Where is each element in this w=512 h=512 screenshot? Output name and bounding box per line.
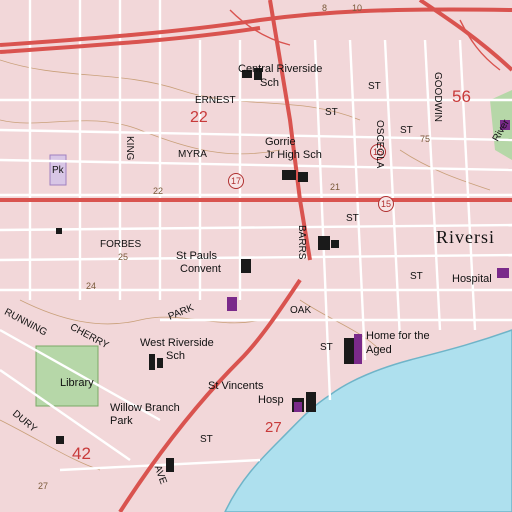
label-hospital: Hospital bbox=[452, 273, 492, 285]
label-st-7: ST bbox=[320, 342, 333, 353]
label-jr-high-sch: Jr High Sch bbox=[265, 149, 322, 161]
label-osceola-st: OSCEOLA bbox=[374, 120, 385, 169]
label-myra-st: MYRA bbox=[178, 149, 207, 160]
label-num-22-street: 22 bbox=[153, 186, 164, 196]
label-num-25: 25 bbox=[118, 252, 129, 262]
route-17-shield: 17 bbox=[228, 173, 244, 189]
label-barrs-st: BARRS bbox=[296, 225, 307, 260]
label-st-2: ST bbox=[400, 125, 413, 136]
label-convent: Convent bbox=[180, 263, 221, 275]
label-hosp: Hosp bbox=[258, 394, 284, 406]
label-oak-st: OAK bbox=[290, 305, 312, 316]
label-st-vincents: St Vincents bbox=[208, 380, 264, 392]
label-goodwin-st: GOODWIN bbox=[432, 72, 443, 122]
label-home-for-the-aged: Home for the bbox=[366, 330, 430, 342]
label-pk: Pk bbox=[52, 165, 64, 176]
label-central-riverside: Central Riverside bbox=[238, 63, 323, 75]
label-num-56: 56 bbox=[452, 87, 471, 106]
label-num-42: 42 bbox=[72, 444, 91, 463]
label-forbes-st: FORBES bbox=[100, 239, 142, 250]
label-st-1: ST bbox=[368, 81, 381, 92]
label-num-22-red: 22 bbox=[190, 109, 208, 126]
label-riverside: Riversi bbox=[436, 227, 495, 247]
label-park: Park bbox=[110, 415, 133, 427]
label-num-27-red: 27 bbox=[265, 419, 282, 436]
label-west-riverside: West Riverside bbox=[140, 337, 214, 349]
label-st-5: ST bbox=[325, 107, 338, 118]
label-central-riverside-sch: Sch bbox=[260, 77, 279, 89]
label-aged: Aged bbox=[366, 344, 392, 356]
label-west-riverside-sch: Sch bbox=[166, 350, 185, 362]
label-num-24: 24 bbox=[86, 281, 97, 291]
label-num-10: 10 bbox=[352, 3, 363, 13]
label-ernest-st: ERNEST bbox=[195, 95, 236, 106]
topographic-map[interactable]: Central Riverside Sch ERNEST 22 Gorrie J… bbox=[0, 0, 512, 512]
route-15b-shield: 15 bbox=[378, 196, 394, 212]
label-st-pauls: St Pauls bbox=[176, 250, 217, 262]
label-library: Library bbox=[60, 377, 94, 389]
label-willow-branch: Willow Branch bbox=[110, 402, 180, 414]
label-st-4: ST bbox=[410, 271, 423, 282]
label-gorrie: Gorrie bbox=[265, 136, 296, 148]
label-num-8: 8 bbox=[322, 3, 328, 13]
label-num-27: 27 bbox=[38, 481, 49, 491]
label-num-21: 21 bbox=[330, 182, 341, 192]
label-st-6: ST bbox=[200, 434, 213, 445]
label-st-3: ST bbox=[346, 213, 359, 224]
label-num-75: 75 bbox=[420, 134, 431, 144]
label-king-st: KING bbox=[124, 136, 135, 161]
